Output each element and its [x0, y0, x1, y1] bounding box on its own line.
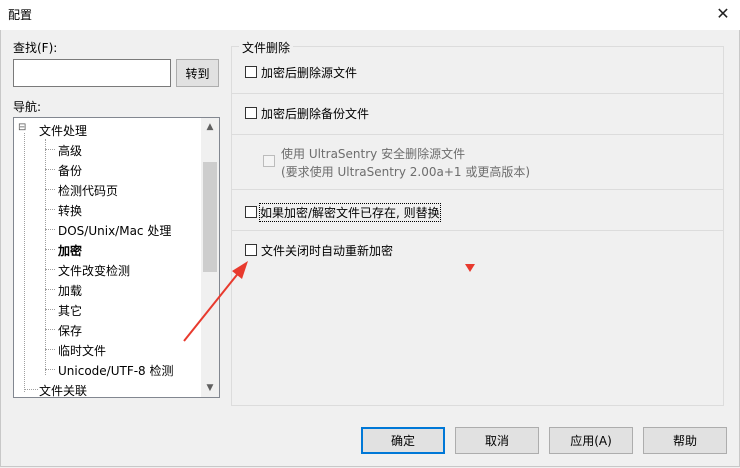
- tree-connector: [45, 149, 55, 150]
- tree-connector: [45, 209, 55, 210]
- cancel-button[interactable]: 取消: [455, 427, 539, 454]
- scroll-down-icon[interactable]: ▼: [201, 380, 219, 396]
- separator: [232, 134, 723, 135]
- checkbox-ultrasentry[interactable]: [263, 155, 275, 167]
- delete-backup-label[interactable]: 加密后删除备份文件: [261, 105, 369, 122]
- tree-connector: [45, 189, 55, 190]
- ok-button[interactable]: 确定: [361, 427, 445, 454]
- scroll-up-icon[interactable]: ▲: [201, 119, 219, 135]
- delete-source-label[interactable]: 加密后删除源文件: [261, 64, 357, 81]
- nav-item-file-change[interactable]: 文件改变检测: [58, 262, 130, 279]
- nav-item-other[interactable]: 其它: [58, 302, 82, 319]
- tree-connector: [24, 389, 38, 390]
- tree-connector: [45, 289, 55, 290]
- search-label: 查找(F):: [13, 41, 58, 55]
- nav-item-load[interactable]: 加载: [58, 282, 82, 299]
- annotation-arrow: [183, 261, 475, 342]
- tree-connector: [45, 139, 46, 375]
- go-button[interactable]: 转到: [176, 59, 219, 87]
- nav-item-file-handling[interactable]: 文件处理: [39, 122, 87, 139]
- separator: [232, 93, 723, 94]
- separator: [232, 230, 723, 231]
- nav-item-file-assoc[interactable]: 文件关联: [39, 382, 87, 397]
- nav-item-codepage[interactable]: 检测代码页: [58, 182, 118, 199]
- nav-item-unicode-detect[interactable]: Unicode/UTF-8 检测: [58, 362, 174, 379]
- tree-connector: [45, 249, 55, 250]
- search-input[interactable]: [13, 59, 171, 87]
- checkbox-replace-existing[interactable]: [245, 206, 257, 218]
- separator: [232, 189, 723, 190]
- group-label: 文件删除: [239, 39, 294, 56]
- replace-existing-label[interactable]: 如果加密/解密文件已存在, 则替换: [259, 203, 441, 222]
- file-delete-group: [231, 46, 724, 406]
- nav-item-advanced[interactable]: 高级: [58, 142, 82, 159]
- tree-connector: [24, 130, 25, 392]
- tree-connector: [45, 329, 55, 330]
- collapse-icon[interactable]: ⊟: [18, 122, 27, 133]
- tree-connector: [45, 269, 55, 270]
- nav-item-convert[interactable]: 转换: [58, 202, 82, 219]
- apply-button[interactable]: 应用(A): [549, 427, 633, 454]
- title-bar: [0, 0, 740, 30]
- close-icon[interactable]: ✕: [711, 2, 735, 26]
- ultrasentry-label: 使用 UltraSentry 安全删除源文件: [281, 147, 466, 161]
- tree-connector: [45, 229, 55, 230]
- tree-connector: [45, 169, 55, 170]
- tree-connector: [45, 309, 55, 310]
- nav-label: 导航:: [13, 100, 42, 114]
- help-button[interactable]: 帮助: [643, 427, 727, 454]
- nav-item-backup[interactable]: 备份: [58, 162, 82, 179]
- nav-item-encryption[interactable]: 加密: [58, 242, 82, 259]
- nav-item-save[interactable]: 保存: [58, 322, 82, 339]
- checkbox-delete-backup[interactable]: [245, 107, 257, 119]
- nav-item-temp-files[interactable]: 临时文件: [58, 342, 106, 359]
- checkbox-delete-source[interactable]: [245, 66, 257, 78]
- nav-item-dos-unix-mac[interactable]: DOS/Unix/Mac 处理: [58, 222, 171, 239]
- window-title: 配置: [8, 8, 33, 22]
- tree-connector: [45, 349, 55, 350]
- tree-connector: [45, 369, 55, 370]
- ultrasentry-sub-label: (要求使用 UltraSentry 2.00a+1 或更高版本): [281, 165, 531, 179]
